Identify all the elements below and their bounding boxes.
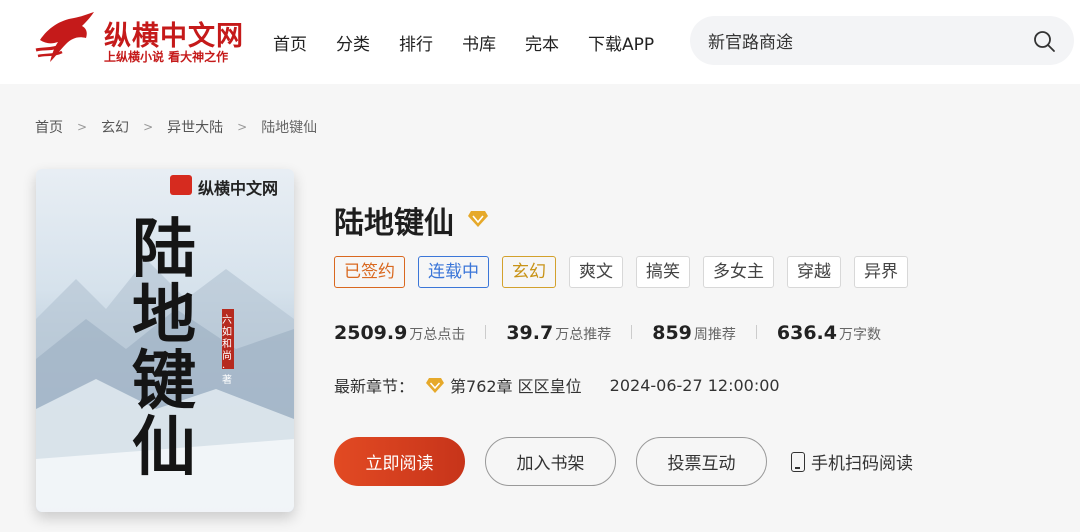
book-stats: 2509.9 万总点击 39.7 万总推荐 859 周推荐 636.4 万字数 (334, 322, 881, 344)
main-nav: 首页 分类 排行 书库 完本 下载APP (273, 30, 683, 55)
chevron-right-icon: > (77, 120, 88, 134)
stat-words-value: 636.4 (776, 322, 837, 344)
tag-genre[interactable]: 玄幻 (502, 256, 556, 288)
search-input[interactable] (708, 28, 1018, 52)
tag-keyword[interactable]: 异界 (854, 256, 908, 288)
tag-signed: 已签约 (334, 256, 405, 288)
site-header: 纵横中文网 上纵横小说 看大神之作 首页 分类 排行 书库 完本 下载APP (0, 0, 1080, 84)
nav-ranking[interactable]: 排行 (399, 30, 433, 55)
tag-keyword[interactable]: 多女主 (703, 256, 774, 288)
search-icon[interactable] (1032, 29, 1056, 53)
book-tags: 已签约 连载中 玄幻 爽文 搞笑 多女主 穿越 异界 (334, 256, 921, 288)
nav-download-app[interactable]: 下载APP (588, 30, 654, 55)
search-bar (690, 16, 1074, 65)
latest-chapter-link[interactable]: 第762章 区区皇位 (450, 373, 582, 397)
latest-chapter-row: 最新章节： 第762章 区区皇位 2024-06-27 12:00:00 (334, 373, 780, 397)
breadcrumb-home[interactable]: 首页 (35, 117, 63, 137)
stat-divider (485, 325, 487, 339)
stat-words-unit: 万字数 (839, 327, 881, 343)
logo-slogan: 上纵横小说 看大神之作 (104, 50, 229, 64)
tag-serial: 连载中 (418, 256, 489, 288)
diamond-vip-icon (468, 211, 488, 227)
stat-clicks-value: 2509.9 (334, 322, 408, 344)
book-actions: 立即阅读 加入书架 投票互动 手机扫码阅读 (334, 437, 913, 486)
mobile-read-label: 手机扫码阅读 (811, 454, 913, 474)
stat-clicks-unit: 万总点击 (409, 327, 466, 343)
logo-horse-icon (35, 12, 94, 62)
tag-keyword[interactable]: 爽文 (569, 256, 623, 288)
nav-library[interactable]: 书库 (462, 30, 496, 55)
cover-title-char: 仙 (132, 410, 196, 485)
stat-weekly-value: 859 (652, 322, 692, 344)
stat-divider (631, 325, 633, 339)
phone-icon (791, 451, 805, 472)
breadcrumb-genre[interactable]: 玄幻 (101, 117, 129, 137)
stat-weekly-unit: 周推荐 (693, 327, 736, 343)
cover-brand: 纵横中文网 (197, 179, 278, 198)
latest-chapter-time: 2024-06-27 12:00:00 (609, 375, 780, 395)
cover-title-char: 键 (132, 344, 196, 419)
cover-author: 六如和尚·著 (222, 315, 232, 386)
cover-brand-icon (170, 175, 192, 195)
book-cover[interactable]: 纵横中文网 陆 地 键 仙 六如和尚·著 (36, 169, 294, 512)
add-to-shelf-button[interactable]: 加入书架 (485, 437, 616, 486)
nav-category[interactable]: 分类 (336, 30, 370, 55)
cover-title-char: 地 (132, 278, 196, 353)
read-now-button[interactable]: 立即阅读 (334, 437, 465, 486)
site-logo[interactable]: 纵横中文网 上纵横小说 看大神之作 (34, 10, 244, 68)
tag-keyword[interactable]: 搞笑 (636, 256, 690, 288)
breadcrumb: 首页 > 玄幻 > 异世大陆 > 陆地键仙 (35, 117, 317, 137)
tag-keyword[interactable]: 穿越 (787, 256, 841, 288)
latest-chapter-label: 最新章节： (334, 377, 415, 396)
book-title: 陆地键仙 (334, 206, 454, 241)
breadcrumb-subgenre[interactable]: 异世大陆 (167, 117, 223, 137)
chevron-right-icon: > (143, 120, 154, 134)
mobile-read-button[interactable]: 手机扫码阅读 (791, 449, 913, 474)
cover-title: 陆 地 键 仙 (132, 217, 212, 481)
nav-finished[interactable]: 完本 (525, 30, 559, 55)
cover-title-char: 陆 (132, 212, 196, 287)
stat-recommend-value: 39.7 (506, 322, 554, 344)
stat-divider (755, 325, 757, 339)
diamond-icon (426, 378, 445, 393)
vote-button[interactable]: 投票互动 (636, 437, 767, 486)
stat-recommend-unit: 万总推荐 (555, 327, 612, 343)
chevron-right-icon: > (237, 120, 248, 134)
nav-home[interactable]: 首页 (273, 30, 307, 55)
breadcrumb-current: 陆地键仙 (261, 120, 318, 136)
